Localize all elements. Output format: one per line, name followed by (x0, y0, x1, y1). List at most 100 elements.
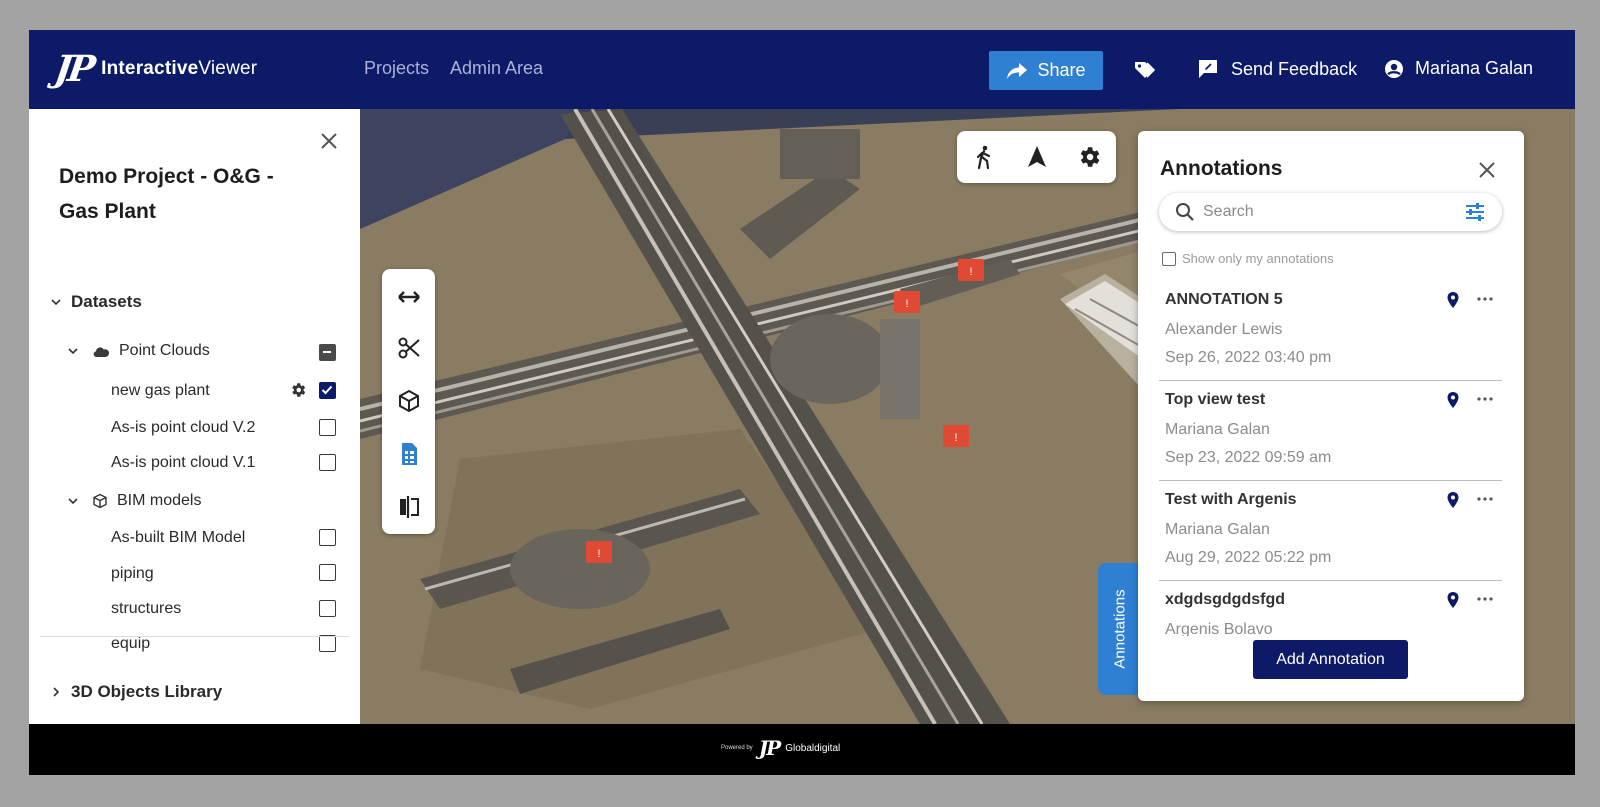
close-icon[interactable] (1476, 159, 1498, 181)
divider (40, 636, 349, 637)
logo-text: InteractiveViewer (101, 58, 258, 79)
annotation-name: ANNOTATION 5 (1165, 291, 1283, 308)
location-pin-icon[interactable] (1445, 391, 1461, 409)
annotation-item[interactable]: Test with Argenis Mariana Galan Aug 29, … (1159, 481, 1502, 581)
filter-sliders-icon[interactable] (1464, 201, 1486, 223)
search-input[interactable] (1203, 201, 1453, 223)
send-feedback-button[interactable]: Send Feedback (1197, 58, 1357, 80)
annotation-marker[interactable]: ! (958, 259, 984, 281)
tools-toolbar (382, 269, 435, 534)
annotations-panel: Annotations Show only my annotations ANN… (1138, 131, 1524, 701)
equipment-column (880, 319, 920, 419)
chevron-down-icon (68, 348, 78, 355)
dataset-item[interactable]: As-built BIM Model (111, 529, 245, 547)
annotation-name: Test with Argenis (1165, 491, 1297, 508)
objects-library-toggle[interactable]: 3D Objects Library (49, 682, 222, 702)
dataset-label: As-built BIM Model (111, 529, 246, 546)
equipment-frame (780, 129, 860, 179)
dataset-checkbox-checked[interactable] (319, 382, 336, 399)
powered-by: Powered by JP Globaldigital (721, 736, 840, 760)
annotation-name: Top view test (1165, 391, 1266, 408)
walk-icon[interactable] (971, 144, 997, 170)
footer-logo-mark: JP (758, 736, 781, 760)
datasets-toggle[interactable]: Datasets (49, 292, 142, 312)
annotation-marker[interactable]: ! (943, 425, 969, 447)
point-clouds-toggle[interactable]: Point Clouds (66, 342, 210, 360)
footer: Powered by JP Globaldigital (29, 724, 1575, 775)
annotation-date: Sep 26, 2022 03:40 pm (1165, 349, 1332, 366)
annotation-date: Sep 23, 2022 09:59 am (1165, 449, 1332, 466)
bim-models-label: BIM models (117, 492, 202, 509)
dataset-checkbox[interactable] (319, 419, 336, 436)
compare-icon[interactable] (396, 494, 422, 520)
annotation-author: Mariana Galan (1165, 421, 1270, 438)
nav-projects[interactable]: Projects (364, 58, 429, 79)
equipment-cluster (770, 314, 890, 404)
location-pin-icon[interactable] (1445, 291, 1461, 309)
dataset-checkbox[interactable] (319, 454, 336, 471)
dataset-checkbox[interactable] (319, 564, 336, 581)
annotations-tab[interactable]: Annotations (1098, 563, 1142, 695)
objects-library-label: 3D Objects Library (71, 682, 223, 701)
navigate-icon[interactable] (1024, 144, 1050, 170)
dataset-item[interactable]: equip (111, 635, 150, 653)
dataset-label: piping (111, 565, 154, 582)
chevron-right-icon (53, 687, 60, 697)
annotation-item[interactable]: xdgdsgdgdsfgd Argenis Bolavo (1159, 581, 1502, 636)
annotation-item[interactable]: ANNOTATION 5 Alexander Lewis Sep 26, 202… (1159, 281, 1502, 381)
annotations-title: Annotations (1160, 157, 1283, 180)
more-options-icon[interactable] (1475, 393, 1495, 405)
powered-by-label: Powered by (721, 745, 753, 751)
more-options-icon[interactable] (1475, 293, 1495, 305)
svg-text:!: ! (954, 432, 957, 444)
annotations-tab-label: Annotations (1111, 589, 1129, 669)
bim-models-toggle[interactable]: BIM models (66, 492, 201, 510)
dataset-item[interactable]: As-is point cloud V.1 (111, 454, 255, 472)
user-menu[interactable]: Mariana Galan (1384, 58, 1533, 79)
share-button[interactable]: Share (989, 51, 1103, 90)
location-pin-icon[interactable] (1445, 591, 1461, 609)
footer-brand: Globaldigital (785, 742, 841, 754)
dataset-item[interactable]: new gas plant (111, 382, 210, 400)
my-annotations-filter[interactable]: Show only my annotations (1162, 251, 1334, 266)
feedback-icon (1199, 60, 1217, 78)
dataset-checkbox[interactable] (319, 635, 336, 652)
point-clouds-checkbox[interactable] (319, 344, 336, 361)
cut-icon[interactable] (396, 335, 422, 361)
equipment-cluster (510, 529, 650, 609)
my-annotations-checkbox[interactable] (1162, 251, 1176, 266)
measure-icon[interactable] (396, 284, 422, 310)
close-icon[interactable] (317, 129, 341, 153)
app-logo[interactable]: JP InteractiveViewer (52, 44, 258, 94)
settings-icon[interactable] (1076, 144, 1102, 170)
dataset-label: new gas plant (111, 382, 210, 399)
annotation-marker[interactable]: ! (894, 291, 920, 313)
datasets-label: Datasets (71, 292, 142, 311)
add-annotation-button[interactable]: Add Annotation (1253, 640, 1408, 679)
nav-admin-area[interactable]: Admin Area (450, 58, 543, 79)
svg-text:!: ! (969, 266, 972, 278)
tag-icon[interactable] (1132, 58, 1156, 82)
more-options-icon[interactable] (1475, 593, 1495, 605)
location-pin-icon[interactable] (1445, 491, 1461, 509)
cube-icon[interactable] (396, 388, 422, 414)
annotation-marker[interactable]: ! (586, 541, 612, 563)
gear-icon[interactable] (289, 381, 307, 399)
more-options-icon[interactable] (1475, 493, 1495, 505)
report-icon[interactable] (396, 441, 422, 467)
dataset-item[interactable]: structures (111, 600, 181, 618)
dataset-item[interactable]: As-is point cloud V.2 (111, 419, 255, 437)
logo-mark: JP (52, 48, 95, 90)
search-icon (1176, 203, 1194, 221)
dataset-item[interactable]: piping (111, 565, 154, 583)
checkmark-icon (321, 385, 333, 395)
annotation-item[interactable]: Top view test Mariana Galan Sep 23, 2022… (1159, 381, 1502, 481)
annotation-name: xdgdsgdgdsfgd (1165, 591, 1285, 608)
point-clouds-label: Point Clouds (119, 342, 210, 359)
cloud-icon (93, 347, 110, 357)
dataset-checkbox[interactable] (319, 600, 336, 617)
annotation-author: Mariana Galan (1165, 521, 1270, 538)
share-label: Share (1037, 60, 1086, 80)
annotation-list: ANNOTATION 5 Alexander Lewis Sep 26, 202… (1159, 281, 1502, 636)
dataset-checkbox[interactable] (319, 529, 336, 546)
